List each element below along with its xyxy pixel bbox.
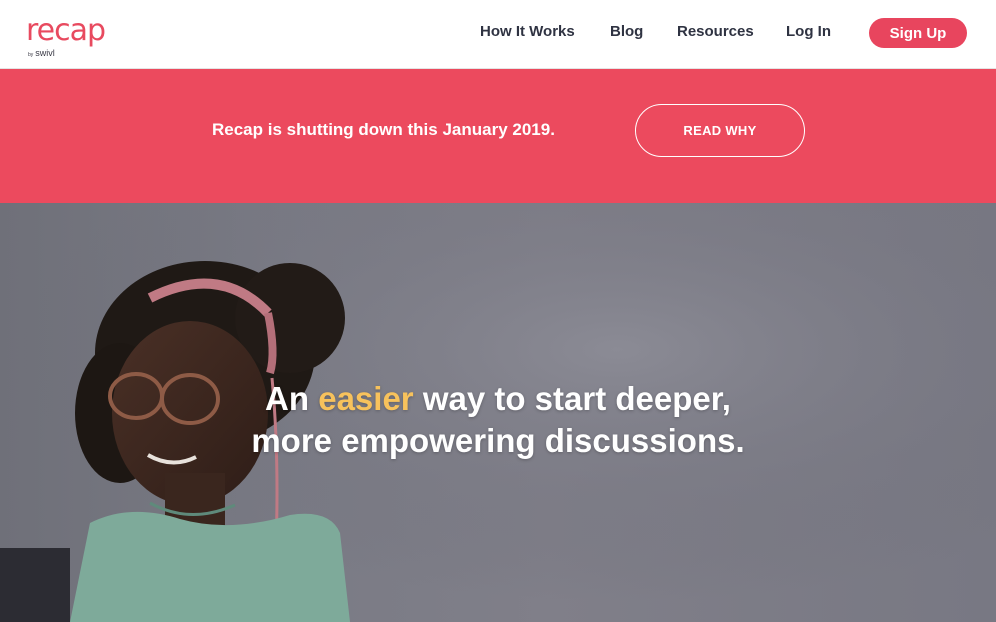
nav-log-in[interactable]: Log In xyxy=(786,22,831,42)
nav-how-it-works[interactable]: How It Works xyxy=(480,22,575,42)
recap-logo[interactable]: recap by swivl xyxy=(24,12,116,60)
nav-resources[interactable]: Resources xyxy=(677,22,754,42)
read-why-button[interactable]: READ WHY xyxy=(635,104,805,157)
sign-up-button[interactable]: Sign Up xyxy=(869,18,967,48)
banner-message: Recap is shutting down this January 2019… xyxy=(212,120,555,139)
announcement-banner: Recap is shutting down this January 2019… xyxy=(0,69,996,203)
headline-prefix: An xyxy=(265,380,319,417)
site-header: recap by swivl How It Works Blog Resource… xyxy=(0,0,996,69)
hero-section: An easier way to start deeper, more empo… xyxy=(0,203,996,622)
headline-line-2: more empowering discussions. xyxy=(251,422,745,459)
headline-suffix: way to start deeper, xyxy=(413,380,731,417)
hero-headline: An easier way to start deeper, more empo… xyxy=(0,378,996,462)
logo-swivl-text: swivl xyxy=(35,48,55,58)
logo-by-text: by xyxy=(28,52,34,58)
headline-accent-word: easier xyxy=(318,380,414,417)
logo-wordmark: recap xyxy=(26,13,106,48)
nav-blog[interactable]: Blog xyxy=(610,22,643,42)
logo-byline: by swivl xyxy=(28,48,55,60)
